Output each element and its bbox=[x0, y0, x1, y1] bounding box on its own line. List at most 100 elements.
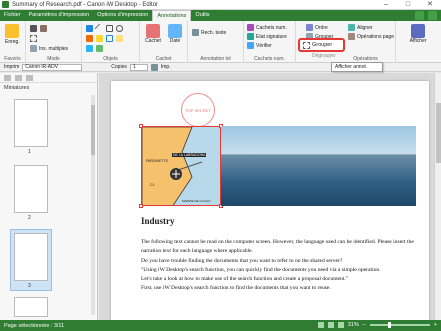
coastline-photo[interactable] bbox=[221, 126, 416, 206]
digital-stamp-button[interactable]: Cachets num. bbox=[247, 24, 287, 31]
thumbnail-scroll-thumb[interactable] bbox=[91, 105, 95, 155]
search-text-button[interactable]: Rech. texte bbox=[192, 29, 226, 36]
signature-status-label: Etat signature bbox=[256, 33, 287, 40]
paragraph-4: Let's take a look at how to make use of … bbox=[141, 276, 349, 283]
fit-page-icon[interactable] bbox=[337, 322, 344, 328]
two-page-icon[interactable] bbox=[327, 322, 334, 328]
attachment-tab-icon[interactable] bbox=[26, 75, 33, 81]
zoom-in-icon[interactable]: + bbox=[434, 322, 437, 328]
panel-tabs bbox=[0, 73, 97, 83]
calendar-icon bbox=[168, 24, 182, 38]
align-button[interactable]: Aligner bbox=[348, 24, 373, 31]
thumbnail-tab-icon[interactable] bbox=[4, 75, 11, 81]
date-button[interactable]: Date bbox=[166, 24, 184, 44]
image-tool[interactable] bbox=[96, 45, 103, 52]
page-operations-button[interactable]: Opérations page bbox=[348, 33, 394, 40]
window-title: Summary of Research.pdf - Canon iW Deskt… bbox=[12, 1, 159, 8]
page-operations-icon bbox=[348, 33, 355, 40]
tab-annotations[interactable]: Annotations bbox=[152, 10, 192, 21]
document-body: The following text cannot be read on the… bbox=[141, 238, 421, 294]
group-objets: Objets bbox=[82, 21, 140, 63]
annotation-tab-icon[interactable] bbox=[15, 75, 22, 81]
save-favorite-button[interactable]: Enreg. bbox=[5, 24, 20, 45]
hand-button[interactable] bbox=[40, 25, 47, 32]
signature-status-button[interactable]: Etat signature bbox=[247, 33, 287, 40]
copies-input[interactable]: 1 bbox=[129, 63, 148, 71]
map-image[interactable]: DE LA LABRADORA PARDINETTE MARINE DE CLO… bbox=[141, 126, 221, 206]
map-label-1: DE LA LABRADORA bbox=[172, 153, 207, 157]
print-icon[interactable] bbox=[150, 63, 158, 71]
minimize-button[interactable]: – bbox=[375, 0, 397, 10]
highlighter-tool[interactable] bbox=[96, 35, 103, 42]
single-page-icon[interactable] bbox=[317, 322, 324, 328]
status-bar: Page sélectionnée : 3/11 31% – + bbox=[0, 320, 441, 331]
order-button[interactable]: Ordre bbox=[306, 24, 328, 31]
cachet-button[interactable]: Cachet bbox=[144, 24, 162, 44]
line-tool[interactable] bbox=[94, 23, 105, 34]
link-tool[interactable] bbox=[86, 45, 93, 52]
copies-label: Copies bbox=[111, 64, 127, 70]
highlighter-icon bbox=[96, 35, 103, 42]
display-annotations-tooltip: Afficher annot. bbox=[331, 62, 383, 72]
zoom-slider-thumb[interactable] bbox=[387, 322, 391, 328]
ellipse-tool[interactable] bbox=[116, 25, 123, 32]
zoom-out-icon[interactable]: – bbox=[363, 322, 366, 328]
page-thumbnail-4[interactable] bbox=[14, 297, 48, 317]
paragraph-1: The following text cannot be read on the… bbox=[141, 239, 414, 255]
display-icon bbox=[411, 24, 425, 38]
printer-select[interactable]: Canon iR-ADV bbox=[22, 63, 83, 71]
document-scrollbar[interactable] bbox=[434, 73, 441, 320]
map-drawing bbox=[142, 127, 203, 205]
multi-insert-button[interactable]: Ins. multiples bbox=[30, 45, 68, 52]
page-thumbnail-3[interactable] bbox=[14, 233, 48, 281]
zoom-slider[interactable] bbox=[369, 322, 430, 328]
search-icon bbox=[192, 29, 199, 36]
note-icon bbox=[116, 35, 123, 42]
document-scroll-thumb[interactable] bbox=[436, 103, 441, 163]
tab-print-settings[interactable]: Paramètres d'impression bbox=[25, 10, 94, 21]
document-page: TOP SECRET DE LA LABRADORA PARDINETTE MA… bbox=[111, 81, 429, 320]
signature-icon bbox=[247, 33, 254, 40]
grouper-menu-item[interactable]: Grouper bbox=[298, 38, 345, 52]
ribbon-tabs: Fichier Paramètres d'impression Options … bbox=[0, 10, 441, 21]
rect-tool[interactable] bbox=[106, 25, 113, 32]
window-controls: – □ ✕ bbox=[375, 0, 441, 10]
help-icon[interactable] bbox=[415, 11, 424, 20]
top-secret-stamp[interactable]: TOP SECRET bbox=[181, 93, 215, 127]
pen-tool[interactable] bbox=[86, 35, 93, 42]
verify-button[interactable]: Vérifier bbox=[247, 42, 272, 49]
order-label: Ordre bbox=[315, 24, 328, 31]
align-icon bbox=[348, 24, 355, 31]
select-area-button[interactable] bbox=[30, 35, 37, 42]
note-tool[interactable] bbox=[116, 35, 123, 42]
order-icon bbox=[306, 24, 313, 31]
selection-handle-tl[interactable] bbox=[139, 124, 143, 128]
page-thumbnail-1[interactable] bbox=[14, 99, 48, 147]
page-status: Page sélectionnée : 3/11 bbox=[4, 322, 65, 329]
paragraph-2: Do you have trouble finding the document… bbox=[141, 257, 343, 264]
group-mode: Ins. multiples Mode bbox=[26, 21, 82, 63]
polygon-tool[interactable] bbox=[106, 35, 113, 42]
display-button[interactable]: Afficher bbox=[408, 24, 428, 44]
stamp-icon bbox=[146, 24, 160, 38]
group-objects-icon bbox=[303, 41, 310, 49]
ribbon: Enreg. Favoris Ins. multiples Mode Objet… bbox=[0, 21, 441, 63]
imp-label: Imp. bbox=[160, 64, 171, 70]
selection-handle-bl[interactable] bbox=[139, 204, 143, 208]
group-label-cachet: Cachet bbox=[155, 56, 172, 62]
pointer-button[interactable] bbox=[30, 25, 37, 32]
star-icon bbox=[5, 24, 20, 38]
paragraph-3: "Using iW Desktop's search function, you… bbox=[141, 266, 381, 273]
pointer-icon bbox=[30, 25, 37, 32]
page-thumbnail-2[interactable] bbox=[14, 165, 48, 213]
maximize-button[interactable]: □ bbox=[397, 0, 419, 10]
ungroup-menu-item[interactable]: Dégrouper bbox=[312, 53, 336, 59]
tab-print-options[interactable]: Options d'impression bbox=[93, 10, 152, 21]
tab-fichier[interactable]: Fichier bbox=[0, 10, 25, 21]
page-number-1: 1 bbox=[28, 149, 31, 155]
settings-icon[interactable] bbox=[428, 11, 437, 20]
tab-outils[interactable]: Outils bbox=[191, 10, 213, 21]
text-tool[interactable] bbox=[86, 25, 93, 32]
close-button[interactable]: ✕ bbox=[419, 0, 441, 10]
thumbnail-scrollbar[interactable] bbox=[91, 95, 95, 315]
